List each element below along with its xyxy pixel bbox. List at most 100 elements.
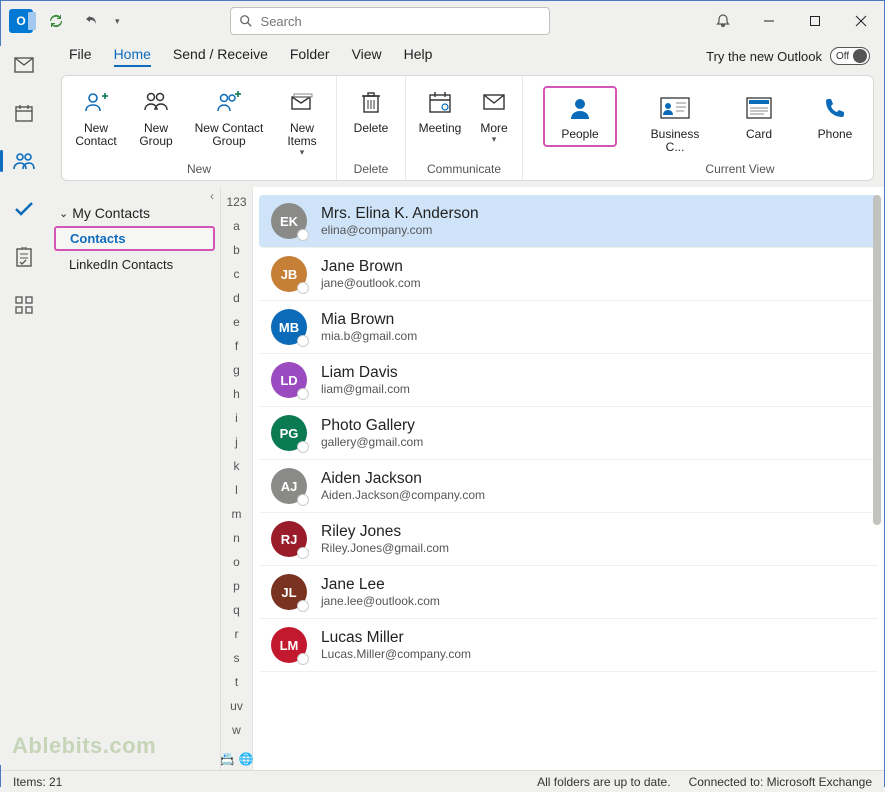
card-view-button[interactable]: Card [733,86,785,141]
avatar: LD [271,362,307,398]
contact-name: Mia Brown [321,311,417,329]
alpha-e[interactable]: e [233,315,240,333]
alpha-l[interactable]: l [235,483,238,501]
ribbon-group-communicate: Meeting More ▾ Communicate [406,76,523,180]
new-contact-group-button[interactable]: New Contact Group [190,80,268,148]
alpha-j[interactable]: j [235,435,238,453]
alpha-uv[interactable]: uv [230,699,243,717]
contact-row[interactable]: EKMrs. Elina K. Andersonelina@company.co… [259,195,878,248]
contact-row[interactable]: AJAiden JacksonAiden.Jackson@company.com [259,460,878,513]
alpha-w[interactable]: w [232,723,241,741]
new-group-button[interactable]: New Group [130,80,182,148]
ribbon-label: New Contact Group [195,122,264,148]
alpha-k[interactable]: k [234,459,240,477]
contact-info: Jane Leejane.lee@outlook.com [321,576,440,608]
close-button[interactable] [838,1,884,41]
contact-email: Aiden.Jackson@company.com [321,488,485,502]
try-new-label: Try the new Outlook [706,49,822,64]
alpha-q[interactable]: q [233,603,240,621]
folder-header[interactable]: ⌄ My Contacts [49,201,220,225]
avatar: JB [271,256,307,292]
meeting-button[interactable]: Meeting [414,80,466,135]
nav-notes-icon[interactable] [8,244,40,270]
undo-icon[interactable] [79,8,105,34]
alpha-g[interactable]: g [233,363,240,381]
people-view-button[interactable]: People [543,86,617,147]
tab-file[interactable]: File [69,46,92,67]
chevron-down-icon: ⌄ [59,207,68,220]
nav-mail-icon[interactable] [8,52,40,78]
contact-row[interactable]: JLJane Leejane.lee@outlook.com [259,566,878,619]
contact-row[interactable]: PGPhoto Gallerygallery@gmail.com [259,407,878,460]
alpha-b[interactable]: b [233,243,240,261]
folder-linkedin[interactable]: LinkedIn Contacts [49,252,220,277]
folder-contacts[interactable]: Contacts [54,226,215,251]
alpha-s[interactable]: s [234,651,240,669]
more-button[interactable]: More ▾ [474,80,514,145]
tab-view[interactable]: View [352,46,382,67]
folder-header-label: My Contacts [72,205,150,221]
phone-view-button[interactable]: Phone [809,86,861,141]
globe-icon[interactable]: 🌐 [239,752,254,764]
tab-home[interactable]: Home [114,46,151,67]
business-card-view-button[interactable]: Business C... [641,86,709,154]
ribbon: New Contact New Group New Contact Group … [61,75,874,181]
alpha-123[interactable]: 123 [226,195,246,213]
contact-email: Lucas.Miller@company.com [321,647,471,661]
presence-indicator [297,600,309,612]
contact-list: EKMrs. Elina K. Andersonelina@company.co… [253,187,884,770]
scrollbar[interactable] [870,191,884,766]
alpha-m[interactable]: m [232,507,242,525]
contact-email: elina@company.com [321,223,479,237]
folder-pane: ‹ ⌄ My Contacts Contacts LinkedIn Contac… [49,187,221,770]
contact-info: Photo Gallerygallery@gmail.com [321,417,423,449]
alpha-i[interactable]: i [235,411,238,429]
nav-people-icon[interactable] [8,148,40,174]
contact-row[interactable]: JBJane Brownjane@outlook.com [259,248,878,301]
search-input[interactable] [261,14,541,29]
new-contact-button[interactable]: New Contact [70,80,122,148]
maximize-button[interactable] [792,1,838,41]
try-new-toggle[interactable]: Off [830,47,870,65]
contact-row[interactable]: MBMia Brownmia.b@gmail.com [259,301,878,354]
titlebar-left: O ▾ [1,8,120,34]
alpha-a[interactable]: a [233,219,240,237]
contact-row[interactable]: LDLiam Davisliam@gmail.com [259,354,878,407]
nav-tasks-icon[interactable] [8,196,40,222]
contact-row[interactable]: RJRiley JonesRiley.Jones@gmail.com [259,513,878,566]
try-new-outlook: Try the new Outlook Off [706,47,870,65]
alpha-c[interactable]: c [234,267,240,285]
alpha-o[interactable]: o [233,555,240,573]
alpha-f[interactable]: f [235,339,238,357]
contact-name: Mrs. Elina K. Anderson [321,205,479,223]
alpha-t[interactable]: t [235,675,238,693]
presence-indicator [297,388,309,400]
alpha-r[interactable]: r [235,627,239,645]
alpha-d[interactable]: d [233,291,240,309]
presence-indicator [297,335,309,347]
qat-dropdown-icon[interactable]: ▾ [115,16,120,27]
notifications-icon[interactable] [700,1,746,41]
ribbon-group-delete: Delete Delete [337,76,406,180]
alpha-p[interactable]: p [233,579,240,597]
sync-icon[interactable] [43,8,69,34]
delete-button[interactable]: Delete [345,80,397,135]
tab-folder[interactable]: Folder [290,46,330,67]
search-box[interactable] [230,7,550,35]
contact-card-icon[interactable]: 📇 [220,752,235,764]
nav-more-apps-icon[interactable] [8,292,40,318]
alpha-h[interactable]: h [233,387,240,405]
collapse-pane-icon[interactable]: ‹ [210,189,214,203]
contact-name: Aiden Jackson [321,470,485,488]
minimize-button[interactable] [746,1,792,41]
avatar: LM [271,627,307,663]
contact-row[interactable]: LMLucas MillerLucas.Miller@company.com [259,619,878,672]
tab-help[interactable]: Help [404,46,433,67]
phone-icon [819,92,851,124]
new-items-button[interactable]: New Items ▾ [276,80,328,158]
alpha-n[interactable]: n [233,531,240,549]
nav-calendar-icon[interactable] [8,100,40,126]
scrollbar-thumb[interactable] [873,195,881,525]
tab-send-receive[interactable]: Send / Receive [173,46,268,67]
contact-name: Photo Gallery [321,417,423,435]
